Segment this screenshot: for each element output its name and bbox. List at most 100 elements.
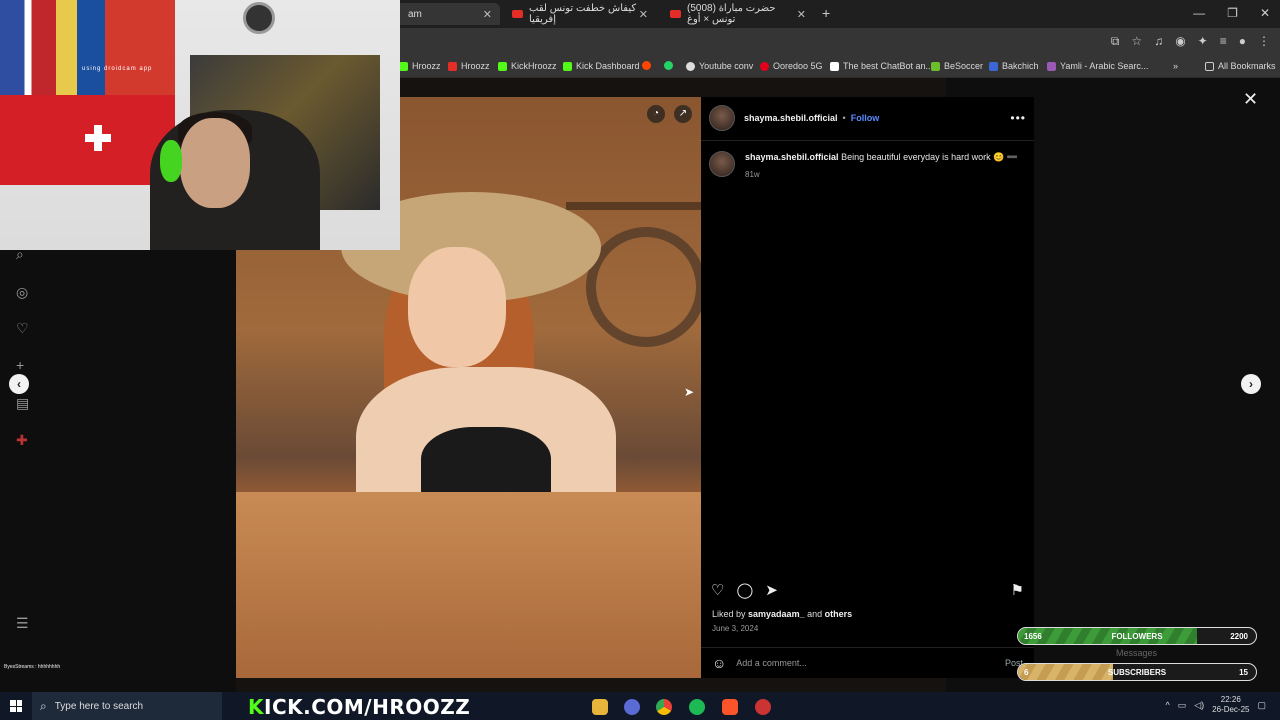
audio-icon[interactable]: ◉ [1175,34,1185,49]
wall-clock [243,2,275,34]
emoji-icon[interactable]: ☺ [712,655,726,671]
bookmark-item[interactable]: Ooredoo 5G [760,61,823,71]
sound-icon[interactable]: ◔ [647,105,665,123]
bookmark-item[interactable]: Youtube conv [686,61,753,71]
volume-icon[interactable]: ◁) [1194,700,1204,711]
save-icon[interactable]: ⚑ [1011,581,1024,599]
avatar[interactable] [709,105,735,131]
notifications-center-icon[interactable]: ▢ [1257,700,1266,711]
bookmark-item[interactable]: Hroozz [448,61,490,71]
separator: • [842,113,846,123]
open-external-icon[interactable]: ↗ [674,105,692,123]
dashboard-icon[interactable]: ▤ [16,395,29,412]
tab-active[interactable]: am ✕ [390,3,500,25]
prev-post-icon[interactable]: ‹ [9,374,29,394]
ooredoo-icon [760,61,769,71]
minimize-icon[interactable]: — [1193,6,1205,20]
comment-icon[interactable]: ◯ [736,581,753,599]
all-bookmarks[interactable]: All Bookmarks [1205,61,1276,71]
share-icon[interactable]: ➤ [765,581,778,599]
bookmark-item[interactable] [664,61,677,70]
comment-input[interactable]: Add a comment... [736,658,807,668]
caption-username[interactable]: shayma.shebil.official [745,152,839,162]
more-bookmarks-icon[interactable]: » [1173,61,1178,71]
bookmark-item[interactable]: BeSoccer [931,61,983,71]
clock-date: 26-Dec-25 [1212,705,1250,714]
file-explorer-icon[interactable] [592,699,608,715]
windows-start-icon[interactable] [10,700,22,712]
more-menu-icon[interactable]: ☰ [16,615,29,632]
bookmark-item[interactable]: Hroozz [399,61,441,71]
liked-by-user[interactable]: samyadaam_ [748,609,805,619]
app-icon[interactable] [624,699,640,715]
media-icon[interactable]: ♫ [1154,34,1163,49]
profile-icon[interactable]: ● [1239,34,1246,49]
followers-label: FOLLOWERS [1111,632,1163,641]
yamli-icon [1047,61,1056,71]
threads-icon[interactable]: ✚ [16,432,28,449]
followers-goal: 2200 [1230,632,1248,641]
avatar[interactable] [709,151,735,177]
next-post-icon[interactable]: › [1241,374,1261,394]
create-icon[interactable]: + [16,357,24,373]
subscribers-label: SUBSCRIBERS [1107,668,1167,677]
close-modal-icon[interactable]: ✕ [1243,89,1258,110]
followers-goal-bar: 1656 FOLLOWERS 2200 [1017,627,1257,645]
subscribers-goal: 15 [1239,668,1248,677]
notifications-icon[interactable]: ♡ [16,320,29,337]
install-app-icon[interactable]: ⧉ [1111,34,1120,49]
taskbar-search-placeholder: Type here to search [54,700,144,712]
caption-age: 81w [745,170,760,179]
reddit-icon [642,61,651,70]
bookmark-item[interactable]: Kick Dashboard [563,61,640,71]
extensions-icon[interactable]: ✦ [1198,34,1208,49]
obs-icon[interactable] [755,699,771,715]
new-tab-button[interactable]: + [822,5,830,21]
window-close-icon[interactable]: ✕ [1260,6,1270,20]
caption-text: Being beautiful everyday is hard work 😊 … [841,152,1019,162]
bookmark-item[interactable]: Yamli - Arabic Searc... [1047,61,1148,71]
like-icon[interactable]: ♡ [711,581,724,599]
tab-youtube-2[interactable]: (5008) حضرت مباراة تونس × أوغ ✕ [662,3,814,25]
bookmark-star-icon[interactable]: ☆ [1131,34,1142,49]
brave-icon[interactable] [722,699,738,715]
chrome-icon[interactable] [656,699,672,715]
browser-menu-icon[interactable]: ⋮ [1258,34,1270,49]
bookmark-item[interactable]: Bakchich [989,61,1039,71]
more-options-icon[interactable]: ••• [1010,111,1026,125]
messages-label: Messages [1116,648,1158,658]
tab-search-icon[interactable]: ≡ [1220,34,1227,49]
webcam-overlay: using droidcam app [0,0,400,250]
headset [160,140,182,182]
tray-overflow-icon[interactable]: ^ [1165,700,1169,710]
post-username[interactable]: shayma.shebil.official [744,113,838,123]
close-tab-icon[interactable]: ✕ [639,8,648,21]
liked-by-others[interactable]: others [825,609,853,619]
youtube-icon [448,61,457,71]
close-tab-icon[interactable]: ✕ [483,8,492,21]
tab-youtube-1[interactable]: كيفاش خطفت تونس لقب إفريقيا ✕ [504,3,656,25]
close-tab-icon[interactable]: ✕ [797,8,806,21]
folder-icon [1205,61,1214,71]
youtube-icon [670,10,681,18]
mouse-cursor-icon: ➤ [684,385,695,399]
chat-message: ByesStreams : hhhhhhhh [2,664,63,670]
network-icon[interactable]: ▭ [1178,700,1187,711]
window-controls: — ❐ ✕ [1193,6,1270,20]
bookmark-item[interactable]: The best ChatBot an... [830,61,933,71]
tab-label: كيفاش خطفت تونس لقب إفريقيا [529,3,637,25]
taskbar: ⌕ Type here to search [0,692,1280,720]
whatsapp-icon [664,61,673,70]
spotify-icon[interactable] [689,699,705,715]
webcam-caption: using droidcam app [82,66,153,72]
post-caption: shayma.shebil.official Being beautiful e… [709,151,1026,181]
restore-icon[interactable]: ❐ [1227,6,1238,20]
follow-button[interactable]: Follow [851,113,880,123]
taskbar-search[interactable]: ⌕ Type here to search [32,692,222,720]
bookmark-item[interactable] [642,61,655,70]
screen: am ✕ كيفاش خطفت تونس لقب إفريقيا ✕ (5008… [0,0,1280,720]
explore-icon[interactable]: ◎ [16,284,28,301]
taskbar-clock[interactable]: 22:26 26-Dec-25 [1212,695,1249,715]
bookmark-item[interactable]: KickHroozz [498,61,557,71]
tab-label: (5008) حضرت مباراة تونس × أوغ [687,3,776,25]
